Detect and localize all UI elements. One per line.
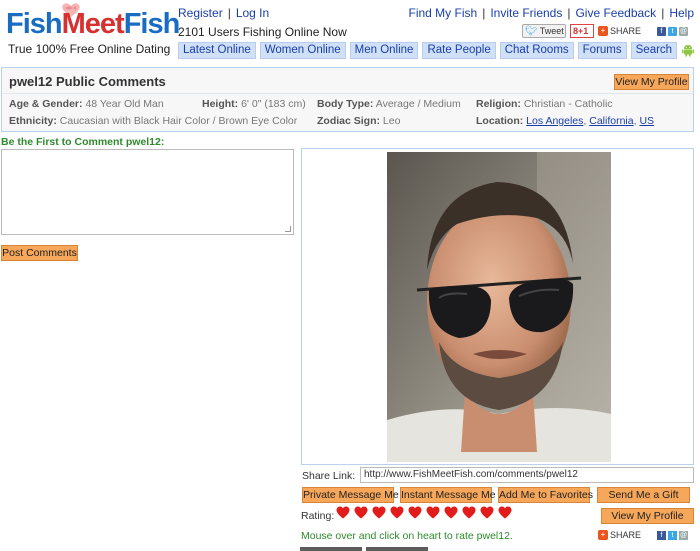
help-link[interactable]: Help — [669, 6, 694, 20]
comment-heading: Be the First to Comment pwel12: — [1, 136, 165, 148]
profile-photo[interactable] — [387, 152, 611, 462]
online-count: 2101 Users Fishing Online Now — [178, 25, 347, 39]
divider — [3, 93, 692, 94]
heart-icon[interactable] — [480, 506, 494, 519]
view-profile-button[interactable]: View My Profile — [614, 74, 689, 90]
view-profile-button-bottom[interactable]: View My Profile — [601, 508, 694, 524]
invite-friends-link[interactable]: Invite Friends — [490, 6, 562, 20]
twitter-icon[interactable]: t — [668, 26, 678, 36]
share-button[interactable]: + SHARE f t @ — [598, 24, 694, 38]
logo-tagline: True 100% Free Online Dating — [8, 42, 171, 56]
profile-info-box: pwel12 Public Comments View My Profile A… — [1, 67, 694, 132]
android-icon[interactable] — [681, 43, 695, 57]
heart-icon[interactable] — [462, 506, 476, 519]
age-gender-field: Age & Gender: 48 Year Old Man — [9, 98, 164, 110]
rating-hearts — [336, 506, 512, 519]
link-separator: | — [227, 6, 231, 20]
photo-thumbnails — [300, 547, 428, 551]
heart-icon[interactable] — [336, 506, 350, 519]
tweet-button[interactable]: 🐦︎ Tweet — [522, 24, 566, 38]
give-feedback-link[interactable]: Give Feedback — [575, 6, 656, 20]
main-nav: Latest Online Women Online Men Online Ra… — [178, 42, 695, 59]
utility-links: Find My Fish | Invite Friends | Give Feedbac… — [408, 6, 695, 20]
facebook-icon[interactable]: f — [657, 26, 667, 36]
location-state-link[interactable]: California — [589, 115, 633, 127]
find-my-fish-link[interactable]: Find My Fish — [409, 6, 478, 20]
ethnicity-field: Ethnicity: Caucasian with Black Hair Col… — [9, 115, 298, 127]
profile-photo-illustration — [387, 152, 611, 462]
photo-thumbnail[interactable] — [300, 547, 362, 551]
register-link[interactable]: Register — [178, 6, 223, 20]
private-message-button[interactable]: Private Message Me — [302, 487, 399, 503]
tab-search[interactable]: Search — [630, 42, 678, 59]
rating-hint: Mouse over and click on heart to rate pw… — [301, 530, 513, 542]
tab-men-online[interactable]: Men Online — [349, 42, 419, 59]
location-country-link[interactable]: US — [639, 115, 654, 127]
resize-handle[interactable] — [285, 226, 291, 232]
tab-chat-rooms[interactable]: Chat Rooms — [499, 42, 574, 59]
twitter-bird-icon: 🐦︎ — [525, 25, 538, 37]
location-field: Location: Los Angeles, California, US — [476, 115, 655, 127]
add-to-favorites-button[interactable]: Add Me to Favorites — [498, 487, 593, 503]
share-link-label: Share Link: — [302, 470, 356, 482]
send-gift-button[interactable]: Send Me a Gift — [597, 487, 690, 503]
twitter-icon[interactable]: t — [668, 530, 678, 540]
login-link[interactable]: Log In — [236, 6, 269, 20]
facebook-icon[interactable]: f — [657, 530, 667, 540]
heart-icon[interactable] — [426, 506, 440, 519]
site-logo[interactable]: FishMeetFish True 100% Free Online Datin… — [4, 2, 180, 58]
religion-field: Religion: Christian - Catholic — [476, 98, 613, 110]
rating-label: Rating: — [301, 510, 335, 522]
zodiac-field: Zodiac Sign: Leo — [317, 115, 401, 127]
body-type-field: Body Type: Average / Medium — [317, 98, 461, 110]
tab-women-online[interactable]: Women Online — [259, 42, 346, 59]
tab-forums[interactable]: Forums — [577, 42, 627, 59]
google-plus-button[interactable]: 8+1 — [570, 24, 594, 38]
heart-icon[interactable] — [444, 506, 458, 519]
email-icon[interactable]: @ — [679, 26, 689, 36]
heart-icon[interactable] — [372, 506, 386, 519]
tab-latest-online[interactable]: Latest Online — [178, 42, 256, 59]
logo-wordmark: FishMeetFish — [6, 8, 180, 40]
page-title: pwel12 Public Comments — [9, 74, 166, 89]
photo-thumbnail[interactable] — [366, 547, 428, 551]
height-field: Height: 6' 0" (183 cm) — [202, 98, 306, 110]
tab-rate-people[interactable]: Rate People — [422, 42, 496, 59]
comment-textarea[interactable] — [1, 149, 294, 235]
heart-icon[interactable] — [390, 506, 404, 519]
post-comments-button[interactable]: Post Comments — [1, 245, 78, 261]
photo-panel — [301, 148, 694, 465]
share-button-bottom[interactable]: + SHARE f t @ — [598, 528, 694, 542]
heart-icon[interactable] — [498, 506, 512, 519]
share-icon: + — [598, 530, 608, 540]
account-links: Register | Log In — [178, 6, 269, 20]
share-link-input[interactable]: http://www.FishMeetFish.com/comments/pwe… — [360, 467, 694, 483]
heart-icon[interactable] — [408, 506, 422, 519]
instant-message-button[interactable]: Instant Message Me — [400, 487, 496, 503]
heart-icon[interactable] — [354, 506, 368, 519]
email-icon[interactable]: @ — [679, 530, 689, 540]
share-icon: + — [598, 26, 608, 36]
location-city-link[interactable]: Los Angeles — [526, 115, 583, 127]
